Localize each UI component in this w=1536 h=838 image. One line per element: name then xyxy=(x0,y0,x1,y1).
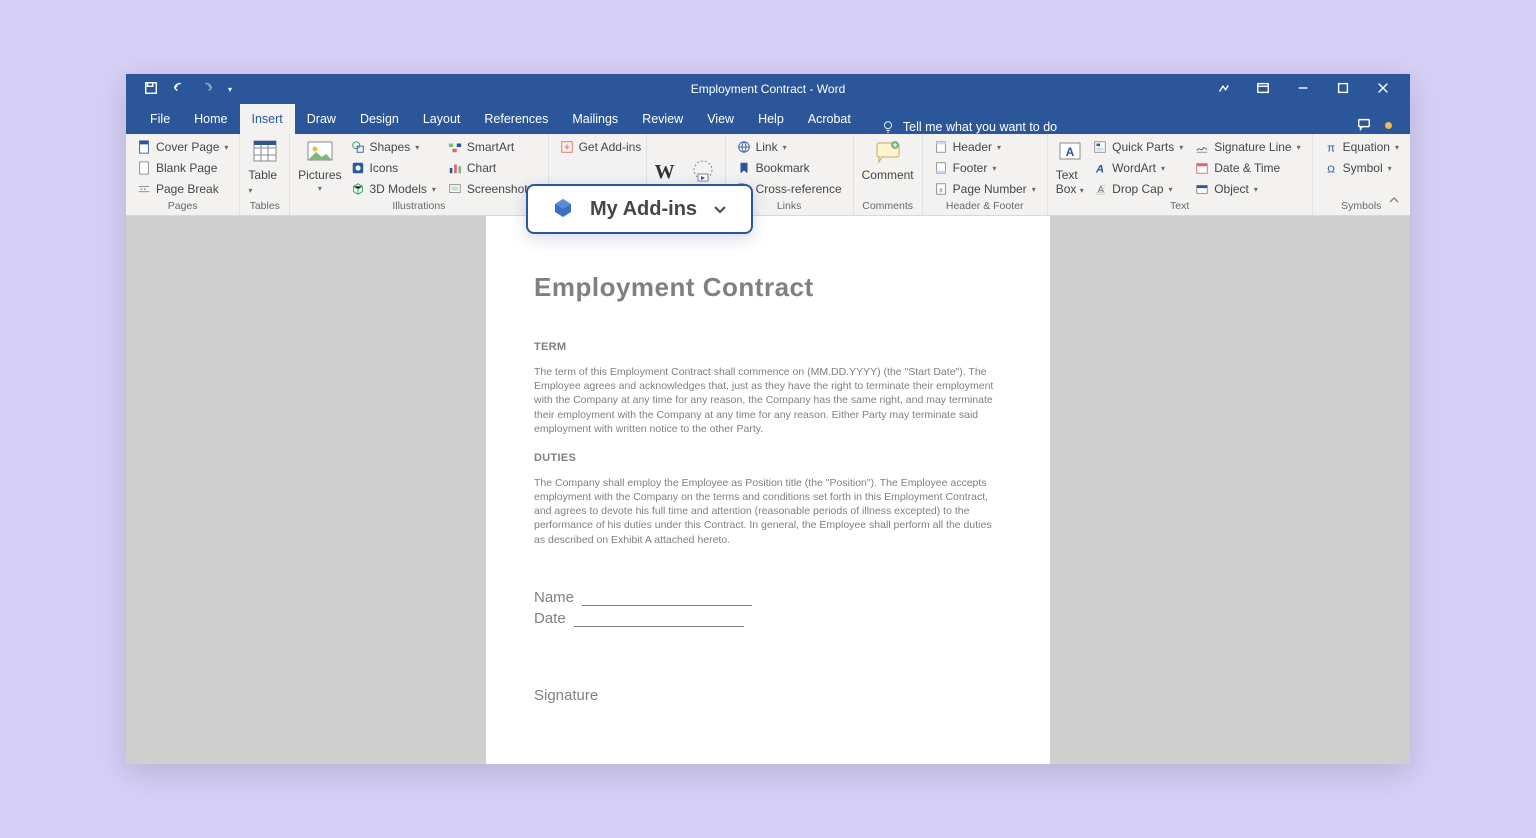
group-illustrations-label: Illustrations xyxy=(298,200,539,215)
maximize-icon[interactable] xyxy=(1336,81,1350,98)
date-time-button[interactable]: Date & Time xyxy=(1192,159,1303,177)
window-title: Employment Contract - Word xyxy=(691,82,846,96)
word-window: ▾ Employment Contract - Word File Home I… xyxy=(126,74,1410,764)
term-paragraph: The term of this Employment Contract sha… xyxy=(534,365,1002,436)
comments-icon[interactable] xyxy=(1357,117,1371,134)
addins-icon xyxy=(550,196,576,222)
group-tables: Table ▾ Tables xyxy=(240,134,290,215)
tab-draw[interactable]: Draw xyxy=(295,104,348,134)
doc-heading: Employment Contract xyxy=(534,272,1002,303)
tell-me[interactable]: Tell me what you want to do xyxy=(881,120,1057,134)
text-box-button[interactable]: A Text Box ▾ xyxy=(1056,138,1084,196)
signature-label: Signature xyxy=(534,687,1002,704)
qat-dropdown-icon[interactable]: ▾ xyxy=(228,85,232,94)
group-pages-label: Pages xyxy=(134,200,231,215)
minimize-icon[interactable] xyxy=(1296,81,1310,98)
cover-page-button[interactable]: Cover Page▾ xyxy=(134,138,231,156)
object-button[interactable]: Object▾ xyxy=(1192,180,1303,198)
group-header-footer: Header▾ Footer▾ #Page Number▾ Header & F… xyxy=(923,134,1048,215)
simplify-ribbon-icon[interactable] xyxy=(1216,81,1230,98)
tab-references[interactable]: References xyxy=(472,104,560,134)
equation-button[interactable]: πEquation▾ xyxy=(1321,138,1402,156)
tab-view[interactable]: View xyxy=(695,104,746,134)
redo-icon[interactable] xyxy=(200,81,214,98)
tab-acrobat[interactable]: Acrobat xyxy=(796,104,863,134)
tab-help[interactable]: Help xyxy=(746,104,796,134)
quick-parts-button[interactable]: Quick Parts▾ xyxy=(1090,138,1186,156)
lightbulb-icon xyxy=(881,120,895,134)
link-button[interactable]: Link▾ xyxy=(734,138,845,156)
tab-file[interactable]: File xyxy=(138,104,182,134)
svg-text:Ω: Ω xyxy=(1327,163,1335,175)
close-icon[interactable] xyxy=(1376,81,1390,98)
wikipedia-button[interactable]: W xyxy=(655,161,675,184)
group-comments: Comment Comments xyxy=(854,134,923,215)
drop-cap-button[interactable]: ADrop Cap▾ xyxy=(1090,180,1186,198)
duties-paragraph: The Company shall employ the Employee as… xyxy=(534,476,1002,547)
tab-layout[interactable]: Layout xyxy=(411,104,473,134)
document-page[interactable]: Employment Contract TERM The term of thi… xyxy=(486,216,1050,764)
document-canvas[interactable]: Employment Contract TERM The term of thi… xyxy=(126,216,1410,764)
blank-page-button[interactable]: Blank Page xyxy=(134,159,231,177)
section-term: TERM xyxy=(534,341,1002,353)
tab-home[interactable]: Home xyxy=(182,104,239,134)
tell-me-label: Tell me what you want to do xyxy=(903,120,1057,134)
page-break-button[interactable]: Page Break xyxy=(134,180,231,198)
signature-line-button[interactable]: Signature Line▾ xyxy=(1192,138,1303,156)
bookmark-button[interactable]: Bookmark xyxy=(734,159,845,177)
page-number-button[interactable]: #Page Number▾ xyxy=(931,180,1039,198)
icons-button[interactable]: Icons xyxy=(348,159,439,177)
undo-icon[interactable] xyxy=(172,81,186,98)
tab-mailings[interactable]: Mailings xyxy=(560,104,630,134)
tab-design[interactable]: Design xyxy=(348,104,411,134)
my-addins-label: My Add-ins xyxy=(590,198,697,221)
table-button[interactable]: Table ▾ xyxy=(248,138,281,196)
online-video-button[interactable] xyxy=(689,158,717,186)
svg-text:#: # xyxy=(939,188,943,195)
wordart-button[interactable]: AWordArt▾ xyxy=(1090,159,1186,177)
group-text-label: Text xyxy=(1056,200,1304,215)
tab-insert[interactable]: Insert xyxy=(240,104,295,134)
svg-text:π: π xyxy=(1327,142,1335,154)
name-field: Name xyxy=(534,589,1002,606)
pending-indicator xyxy=(1385,122,1392,129)
comment-button[interactable]: Comment xyxy=(862,138,914,182)
save-icon[interactable] xyxy=(144,81,158,98)
smartart-button[interactable]: SmartArt xyxy=(445,138,540,156)
date-field: Date xyxy=(534,610,1002,627)
get-addins-button[interactable]: Get Add-ins xyxy=(557,138,645,156)
3d-models-button[interactable]: 3D Models▾ xyxy=(348,180,439,198)
group-text: A Text Box ▾ Quick Parts▾ AWordArt▾ ADro… xyxy=(1048,134,1313,215)
svg-text:A: A xyxy=(1066,145,1075,159)
group-pages: Cover Page▾ Blank Page Page Break Pages xyxy=(126,134,240,215)
group-illustrations: Pictures▾ Shapes▾ Icons 3D Models▾ Smart… xyxy=(290,134,548,215)
footer-button[interactable]: Footer▾ xyxy=(931,159,1039,177)
ribbon-tabs: File Home Insert Draw Design Layout Refe… xyxy=(126,104,1410,134)
group-comments-label: Comments xyxy=(862,200,914,215)
ribbon-display-icon[interactable] xyxy=(1256,81,1270,98)
pictures-button[interactable]: Pictures▾ xyxy=(298,138,341,193)
group-hf-label: Header & Footer xyxy=(931,200,1039,215)
my-addins-button[interactable]: My Add-ins xyxy=(526,184,753,234)
shapes-button[interactable]: Shapes▾ xyxy=(348,138,439,156)
group-tables-label: Tables xyxy=(248,200,281,215)
chevron-down-icon xyxy=(711,200,729,218)
collapse-ribbon-icon[interactable] xyxy=(1388,193,1400,211)
svg-text:A: A xyxy=(1095,163,1104,175)
title-bar: ▾ Employment Contract - Word xyxy=(126,74,1410,104)
ribbon: Cover Page▾ Blank Page Page Break Pages … xyxy=(126,134,1410,216)
section-duties: DUTIES xyxy=(534,452,1002,464)
header-button[interactable]: Header▾ xyxy=(931,138,1039,156)
symbol-button[interactable]: ΩSymbol▾ xyxy=(1321,159,1402,177)
chart-button[interactable]: Chart xyxy=(445,159,540,177)
tab-review[interactable]: Review xyxy=(630,104,695,134)
